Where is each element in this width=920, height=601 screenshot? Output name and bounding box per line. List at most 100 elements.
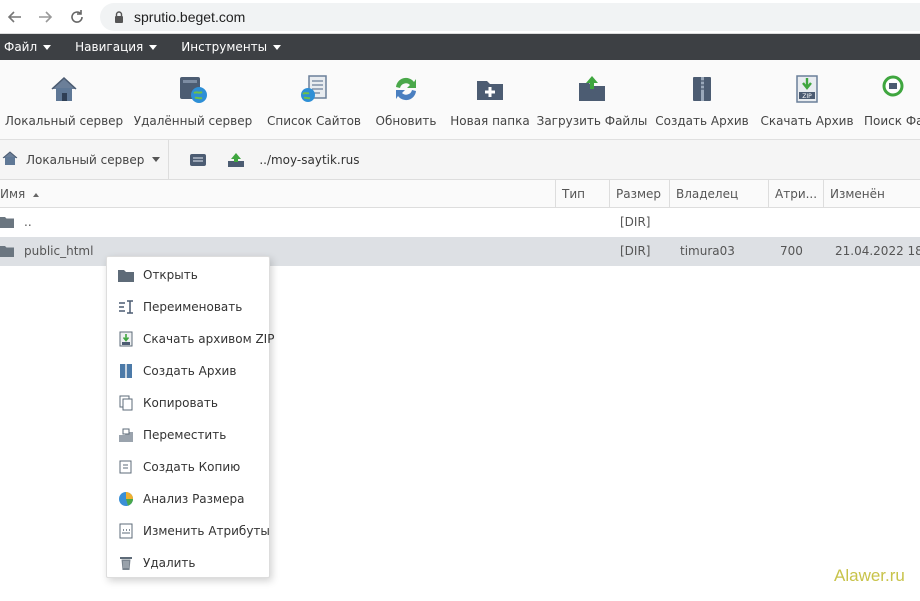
tool-local-server[interactable]: Локальный сервер xyxy=(0,60,128,140)
column-attributes[interactable]: Атри... xyxy=(769,180,824,208)
tool-label: Новая папка xyxy=(450,114,530,128)
tool-label: Список Сайтов xyxy=(267,114,361,128)
back-arrow-icon[interactable] xyxy=(4,6,26,28)
site-list-icon xyxy=(297,72,331,106)
svg-text:ZIP: ZIP xyxy=(802,93,812,100)
tool-new-folder[interactable]: Новая папка xyxy=(442,60,538,140)
size-analysis-icon xyxy=(118,491,134,507)
refresh-icon xyxy=(389,72,423,106)
path-bar: Локальный сервер ../moy-saytik.rus xyxy=(0,139,920,180)
row-modified: 21.04.2022 18:1 xyxy=(835,244,920,258)
remote-server-icon xyxy=(176,72,210,106)
ctx-copy[interactable]: Копировать xyxy=(107,387,271,419)
tool-label: Обновить xyxy=(375,114,437,128)
tool-label: Скачать Архив xyxy=(760,114,854,128)
table-header: Имя Тип Размер Владелец Атри... Изменён xyxy=(0,180,920,208)
folder-icon xyxy=(0,246,14,257)
tool-site-list[interactable]: Список Сайтов xyxy=(258,60,370,140)
sort-asc-icon xyxy=(33,192,40,197)
trash-icon xyxy=(118,555,134,571)
ctx-change-attributes[interactable]: Изменить Атрибуты xyxy=(107,515,271,547)
duplicate-icon xyxy=(118,459,134,475)
browser-bar: sprutio.beget.com xyxy=(0,0,920,34)
toolbar: Локальный сервер Удалённый сервер Список… xyxy=(0,60,920,140)
ctx-open[interactable]: Открыть xyxy=(107,259,271,291)
ctx-delete[interactable]: Удалить xyxy=(107,547,271,579)
drive-icon[interactable] xyxy=(189,151,207,169)
caret-down-icon xyxy=(273,44,282,50)
house-icon xyxy=(2,150,18,169)
folder-icon xyxy=(0,217,14,228)
column-label: Атри... xyxy=(775,187,818,201)
attributes-icon xyxy=(118,523,134,539)
row-attributes: 700 xyxy=(780,244,803,258)
forward-arrow-icon[interactable] xyxy=(34,6,56,28)
menu-tools[interactable]: Инструменты xyxy=(181,40,282,54)
url-text: sprutio.beget.com xyxy=(134,9,246,25)
column-label: Имя xyxy=(0,187,26,201)
copy-icon xyxy=(118,395,134,411)
up-folder-icon[interactable] xyxy=(227,151,245,169)
ctx-label: Изменить Атрибуты xyxy=(143,524,270,538)
ctx-rename[interactable]: Переименовать xyxy=(107,291,271,323)
ctx-size-analysis[interactable]: Анализ Размера xyxy=(107,483,271,515)
address-bar[interactable]: sprutio.beget.com xyxy=(100,3,920,31)
rename-icon xyxy=(118,299,134,315)
menu-file[interactable]: Файл xyxy=(4,40,52,54)
menu-label: Инструменты xyxy=(181,40,268,54)
caret-down-icon xyxy=(149,44,158,50)
zip-download-icon xyxy=(118,331,134,347)
move-icon xyxy=(118,427,134,443)
column-label: Размер xyxy=(616,187,662,201)
menu-label: Навигация xyxy=(75,40,144,54)
tool-search[interactable]: Поиск Фа xyxy=(856,60,920,140)
ctx-label: Скачать архивом ZIP xyxy=(143,332,275,346)
column-type[interactable]: Тип xyxy=(556,180,610,208)
row-size: [DIR] xyxy=(620,215,651,229)
archive-icon xyxy=(118,363,134,379)
tool-refresh[interactable]: Обновить xyxy=(370,60,442,140)
server-label: Локальный сервер xyxy=(26,152,145,167)
lock-icon xyxy=(112,10,126,24)
column-name[interactable]: Имя xyxy=(0,180,556,208)
column-owner[interactable]: Владелец xyxy=(670,180,769,208)
tool-create-archive[interactable]: Создать Архив xyxy=(646,60,758,140)
tool-download-archive[interactable]: ZIP Скачать Архив xyxy=(758,60,856,140)
ctx-create-archive[interactable]: Создать Архив xyxy=(107,355,271,387)
menu-label: Файл xyxy=(4,40,38,54)
menu-bar: Файл Навигация Инструменты xyxy=(0,34,920,60)
tool-remote-server[interactable]: Удалённый сервер xyxy=(128,60,258,140)
context-menu: Открыть Переименовать Скачать архивом ZI… xyxy=(106,256,275,579)
column-modified[interactable]: Изменён xyxy=(824,180,920,208)
ctx-label: Анализ Размера xyxy=(143,492,245,506)
column-size[interactable]: Размер xyxy=(610,180,670,208)
column-label: Изменён xyxy=(830,187,885,201)
tool-label: Локальный сервер xyxy=(4,114,124,128)
row-name: public_html xyxy=(24,244,94,258)
watermark: Alawer.ru xyxy=(834,566,905,585)
table-row[interactable]: .. [DIR] xyxy=(0,208,920,237)
current-path: ../moy-saytik.rus xyxy=(259,152,360,167)
ctx-label: Открыть xyxy=(143,268,198,282)
search-icon xyxy=(878,72,912,106)
tool-label: Загрузить Файлы xyxy=(536,114,648,128)
archive-icon xyxy=(685,72,719,106)
zip-download-icon: ZIP xyxy=(790,72,824,106)
column-label: Тип xyxy=(562,187,585,201)
ctx-label: Переместить xyxy=(143,428,227,442)
tool-upload[interactable]: Загрузить Файлы xyxy=(536,60,648,140)
column-label: Владелец xyxy=(676,187,739,201)
ctx-download-zip[interactable]: Скачать архивом ZIP xyxy=(107,323,275,355)
ctx-duplicate[interactable]: Создать Копию xyxy=(107,451,271,483)
ctx-label: Удалить xyxy=(143,556,196,570)
ctx-move[interactable]: Переместить xyxy=(107,419,271,451)
server-select[interactable]: Локальный сервер xyxy=(0,139,170,180)
row-size: [DIR] xyxy=(620,244,651,258)
folder-open-icon xyxy=(118,267,134,283)
reload-icon[interactable] xyxy=(66,6,88,28)
ctx-label: Создать Копию xyxy=(143,460,241,474)
new-folder-icon xyxy=(473,72,507,106)
tool-label: Поиск Фа xyxy=(864,114,920,128)
upload-icon xyxy=(575,72,609,106)
menu-navigation[interactable]: Навигация xyxy=(75,40,158,54)
